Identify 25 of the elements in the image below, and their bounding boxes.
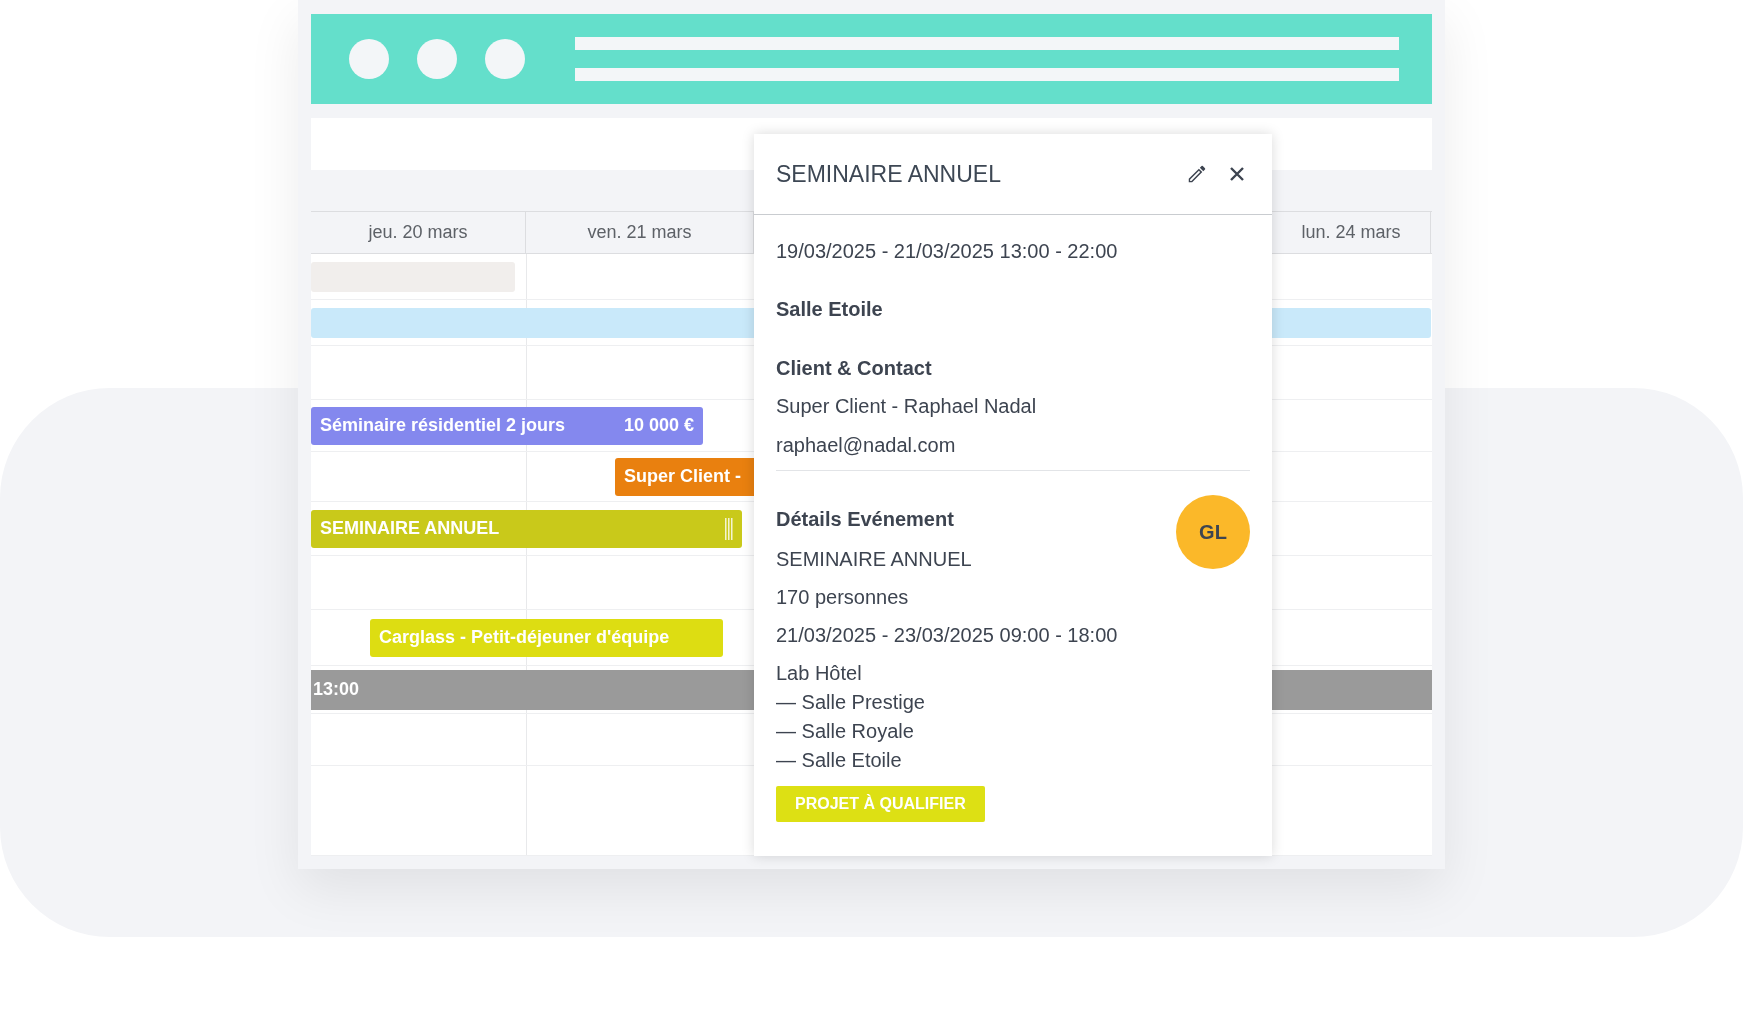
event-title: SEMINAIRE ANNUEL (319, 518, 500, 539)
popup-title: SEMINAIRE ANNUEL (776, 160, 1001, 188)
user-avatar: GL (1176, 495, 1250, 569)
event-title: Carglass - Petit-déjeuner d'équipe (378, 627, 670, 648)
venue-room: — Salle Etoile (776, 748, 903, 772)
venue-room: — Salle Royale (776, 719, 915, 743)
event-title: Séminaire résidentiel 2 jours (319, 415, 566, 436)
event-amount: 10 000 € (623, 415, 694, 436)
time-label: 13:00 (313, 679, 360, 700)
client-name: Super Client - Raphael Nadal (776, 394, 1038, 418)
status-badge: PROJET À QUALIFIER (776, 786, 985, 822)
room-name: Salle Etoile (776, 297, 884, 321)
section-heading: Détails Evénement (776, 507, 954, 531)
detail-line: 170 personnes (776, 585, 910, 609)
venue-room: — Salle Prestige (776, 690, 926, 714)
client-email: raphael@nadal.com (776, 433, 957, 457)
day-header: lun. 24 mars (1301, 222, 1401, 243)
event-schedule: 19/03/2025 - 21/03/2025 13:00 - 22:00 (776, 239, 1119, 263)
venue-name: Lab Hôtel (776, 661, 863, 685)
day-header: ven. 21 mars (587, 222, 692, 243)
event-title: Super Client - (623, 466, 741, 487)
detail-line: 21/03/2025 - 23/03/2025 09:00 - 18:00 (776, 623, 1119, 647)
section-heading: Client & Contact (776, 356, 933, 380)
detail-line: SEMINAIRE ANNUEL (776, 547, 973, 571)
day-header: jeu. 20 mars (368, 222, 468, 243)
